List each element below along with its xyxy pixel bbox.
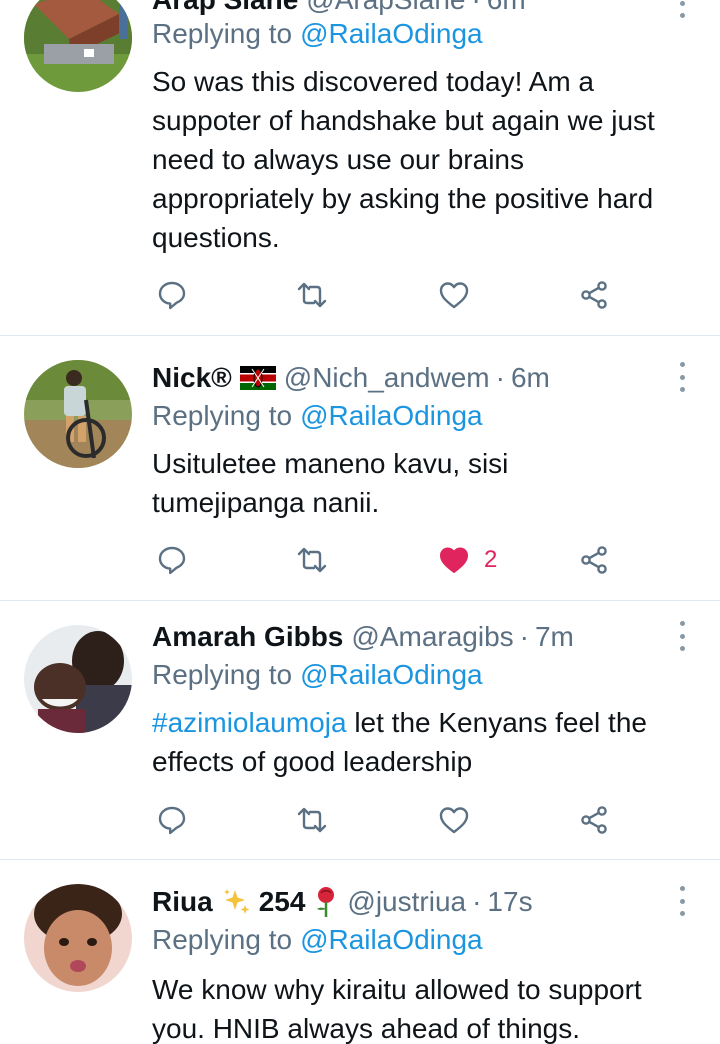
retweet-button[interactable]	[296, 540, 328, 580]
tweet-text-line: suppoter of handshake but again we just	[152, 105, 655, 136]
like-button[interactable]	[438, 800, 484, 840]
more-options-icon[interactable]	[678, 0, 686, 18]
reply-icon	[156, 279, 188, 311]
tweet-header: Amarah Gibbs @Amaragibs · 7m	[152, 617, 574, 657]
like-count: 2	[484, 546, 498, 573]
tweet-text-line: need to always use our brains	[152, 144, 524, 175]
mention-link[interactable]: @RailaOdinga	[300, 924, 483, 955]
more-options-icon[interactable]	[678, 362, 686, 392]
share-icon	[578, 544, 610, 576]
share-icon	[578, 279, 610, 311]
tweet-text-line: questions.	[152, 222, 280, 253]
avatar[interactable]	[24, 625, 132, 733]
mention-link[interactable]: @RailaOdinga	[300, 400, 483, 431]
share-button[interactable]	[578, 540, 610, 580]
tweet-text-line: So was this discovered today! Am a	[152, 66, 594, 97]
tweet-text: We know why kiraitu allowed to support y…	[152, 970, 700, 1044]
mention-link[interactable]: @RailaOdinga	[300, 659, 483, 690]
display-name[interactable]: Riua	[152, 886, 213, 918]
tweet-header: Nick® @Nich_andwem · 6m	[152, 358, 550, 398]
share-button[interactable]	[578, 275, 610, 315]
tweet-text-line: Usituletee maneno kavu, sisi	[152, 448, 509, 479]
tweet-actions	[152, 800, 632, 840]
avatar[interactable]	[24, 884, 132, 992]
replying-to: Replying to @RailaOdinga	[152, 400, 483, 432]
like-icon-filled	[438, 544, 470, 576]
tweet-text: Usituletee maneno kavu, sisi tumejipanga…	[152, 444, 700, 522]
retweet-icon	[296, 544, 328, 576]
tweet-text-line: appropriately by asking the positive har…	[152, 183, 654, 214]
replying-label: Replying to	[152, 924, 293, 955]
replying-to: Replying to @RailaOdinga	[152, 18, 483, 50]
sparkles-icon	[221, 887, 251, 917]
rose-icon	[313, 886, 339, 918]
share-button[interactable]	[578, 800, 610, 840]
replying-label: Replying to	[152, 659, 293, 690]
replying-label: Replying to	[152, 18, 293, 49]
tweet-text-line: #azimiolaumoja let the Kenyans feel the	[152, 703, 700, 742]
like-button[interactable]: 2	[438, 540, 497, 580]
tweet-text-fragment: let the Kenyans feel the	[346, 707, 647, 738]
kenya-flag-icon	[239, 366, 276, 390]
tweet-text-line: you. HNIB always ahead of things.	[152, 1013, 581, 1044]
share-icon	[578, 804, 610, 836]
tweet-actions	[152, 275, 632, 315]
tweet-header: Riua 254 @justriua · 17s	[152, 882, 533, 922]
replying-to: Replying to @RailaOdinga	[152, 659, 483, 691]
reply-button[interactable]	[156, 540, 188, 580]
separator-dot: ·	[471, 0, 480, 16]
separator-dot: ·	[519, 621, 529, 652]
display-name[interactable]: Arap Slahe	[152, 0, 298, 16]
replying-to: Replying to @RailaOdinga	[152, 924, 483, 956]
retweet-button[interactable]	[296, 275, 328, 315]
retweet-button[interactable]	[296, 800, 328, 840]
timestamp[interactable]: 6m	[487, 0, 526, 16]
reply-button[interactable]	[156, 275, 188, 315]
tweet-2[interactable]: Nick® @Nich_andwem · 6m Replying to @Rail…	[0, 336, 720, 601]
retweet-icon	[296, 804, 328, 836]
user-handle[interactable]: @justriua	[347, 886, 466, 918]
mention-link[interactable]: @RailaOdinga	[300, 18, 483, 49]
separator-dot: ·	[472, 886, 482, 917]
tweet-1[interactable]: Arap Slahe @ArapSlahe · 6m Replying to@R…	[0, 0, 720, 336]
hashtag-link[interactable]: #azimiolaumoja	[152, 707, 347, 738]
tweet-header: Arap Slahe @ArapSlahe · 6m	[152, 0, 526, 20]
tweet-text: So was this discovered today! Am a suppo…	[152, 62, 700, 257]
separator-dot: ·	[495, 362, 505, 393]
more-options-icon[interactable]	[678, 621, 686, 651]
tweet-actions: 2	[152, 540, 632, 580]
tweet-text-line: effects of good leadership	[152, 746, 473, 777]
more-options-icon[interactable]	[678, 886, 686, 916]
tweet-4[interactable]: Riua 254 @justriua · 17s Replying to @Rai…	[0, 860, 720, 1044]
tweet-3[interactable]: Amarah Gibbs @Amaragibs · 7m Replying to…	[0, 601, 720, 860]
timestamp[interactable]: 17s	[487, 886, 532, 918]
user-handle[interactable]: @ArapSlahe	[306, 0, 465, 16]
reply-icon	[156, 804, 188, 836]
tweet-text: #azimiolaumoja let the Kenyans feel the …	[152, 703, 700, 781]
tweet-text-line: We know why kiraitu allowed to support	[152, 974, 642, 1005]
user-handle[interactable]: @Amaragibs	[351, 621, 513, 653]
avatar[interactable]	[24, 0, 132, 92]
like-icon	[438, 804, 470, 836]
timestamp[interactable]: 6m	[511, 362, 550, 394]
tweet-text-line: tumejipanga nanii.	[152, 487, 380, 518]
user-handle[interactable]: @Nich_andwem	[284, 362, 490, 394]
avatar[interactable]	[24, 360, 132, 468]
like-icon	[438, 279, 470, 311]
reply-button[interactable]	[156, 800, 188, 840]
timestamp[interactable]: 7m	[535, 621, 574, 653]
display-name[interactable]: Nick®	[152, 362, 232, 394]
like-button[interactable]	[438, 275, 484, 315]
display-name-suffix[interactable]: 254	[259, 886, 306, 918]
retweet-icon	[296, 279, 328, 311]
display-name[interactable]: Amarah Gibbs	[152, 621, 343, 653]
reply-icon	[156, 544, 188, 576]
replying-label: Replying to	[152, 400, 293, 431]
